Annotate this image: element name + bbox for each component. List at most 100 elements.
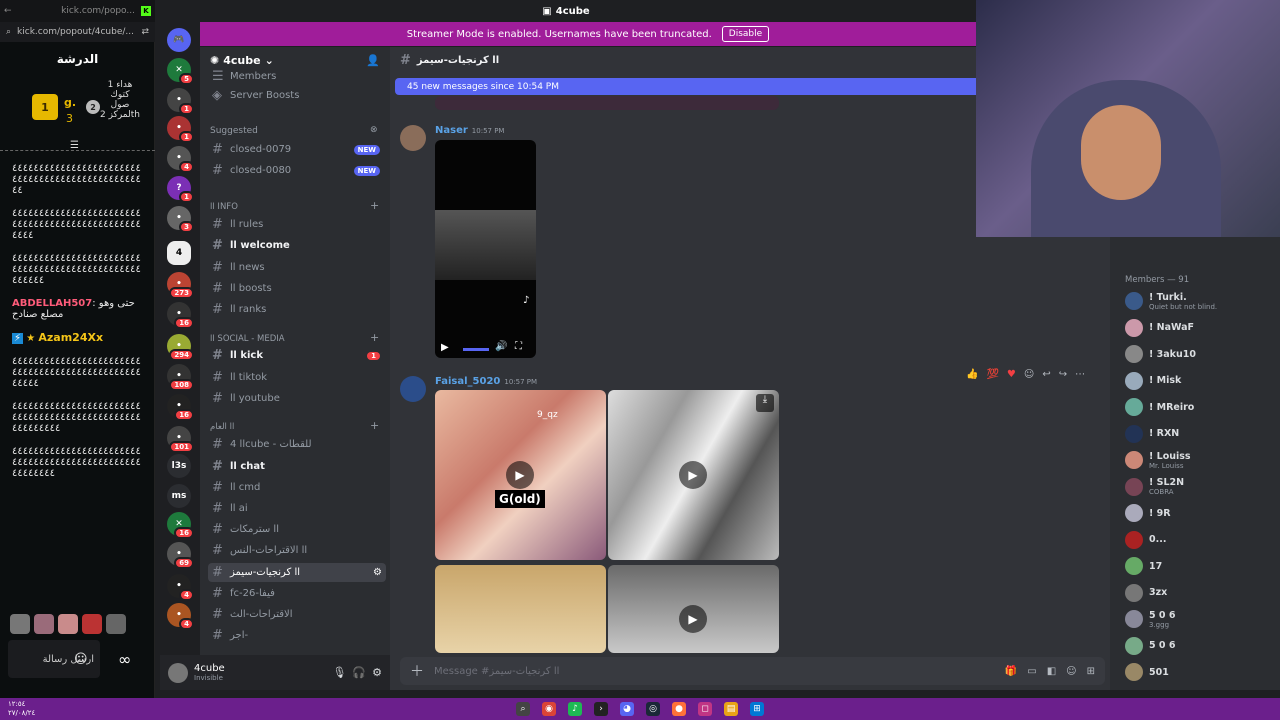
add-channel-icon[interactable]: + [370,419,379,432]
message-composer[interactable]: ＋ Message #اا كرنجيات-سيمز 🎁 ▭ ◧ ☺ ⊞ [400,657,1105,685]
thumbs-up-icon[interactable]: 👍 [966,369,978,380]
channel-suggestions-2[interactable]: # الاقتراحات-الث [208,605,386,624]
server-icon[interactable]: ? 1 [167,176,194,203]
server-icon[interactable]: • 294 [167,334,194,361]
avatar[interactable] [1125,477,1143,496]
channel-rules[interactable]: # اا rules [208,215,386,234]
sticker-icon[interactable]: ◧ [1047,666,1056,677]
play-icon[interactable]: ▶ [441,342,449,353]
avatar[interactable] [82,614,102,634]
add-member-icon[interactable]: 👤 [366,54,380,67]
terminal-icon[interactable]: › [594,702,608,716]
channel-server-boosts[interactable]: ◈ Server Boosts [208,86,386,105]
avatar[interactable] [1125,292,1143,310]
search-icon[interactable]: ⌕ [516,702,530,716]
channel-suggestions[interactable]: # اا الاقتراحات-النس [208,541,386,560]
member-item[interactable]: ! RXN [1125,423,1280,445]
avatar[interactable] [1125,371,1143,390]
chat-username[interactable]: ABDELLAH507 [12,298,92,309]
server-icon[interactable]: • 69 [167,542,194,569]
fullscreen-icon[interactable]: ⛶ [515,341,522,352]
channel-members[interactable]: ☰ Members [208,70,386,82]
emoji-icon[interactable]: ☺ [1066,666,1076,677]
server-icon[interactable]: • 4 [167,603,194,630]
avatar[interactable] [1125,583,1143,602]
server-icon[interactable]: • 108 [167,364,194,391]
headphones-icon[interactable]: 🎧 [352,666,366,679]
avatar[interactable] [400,376,426,402]
server-icon[interactable]: • 16 [167,302,194,329]
message-author[interactable]: Faisal_5020 10:57 PM [435,376,537,387]
forward-icon[interactable]: ↪ [1059,369,1067,380]
firefox-icon[interactable]: ● [672,702,686,716]
avatar[interactable] [1125,610,1143,628]
server-icon[interactable]: • 3 [167,206,194,233]
member-item[interactable]: 5 0 6 [1125,635,1280,657]
member-item[interactable]: 501 [1125,661,1280,683]
download-icon[interactable]: ⤓ [756,394,774,412]
volume-icon[interactable]: 🔊 [495,341,507,352]
kick-url-bar[interactable]: ⌕ kick.com/popout/4cube/... ⇄ [0,22,155,42]
avatar[interactable] [106,614,126,634]
close-icon[interactable]: ⊗ [370,125,378,135]
browser-icon[interactable]: ◉ [542,702,556,716]
server-icon[interactable]: ✕ 16 [167,512,194,539]
channel-ai[interactable]: # اا ai [208,499,386,518]
channel-closed-0079[interactable]: # closed-0079 NEW [208,140,386,159]
channel-tiktok[interactable]: # اا tiktok [208,368,386,387]
member-item[interactable]: ! NaWaF [1125,317,1280,339]
play-icon[interactable]: ▶ [506,461,534,489]
microphone-icon[interactable]: 🎙 [332,666,346,679]
member-item[interactable]: ! SL2N COBRA [1125,476,1280,498]
avatar[interactable] [10,614,30,634]
instagram-icon[interactable]: ◻ [698,702,712,716]
play-icon[interactable]: ▶ [679,605,707,633]
channel-youtube[interactable]: # اا youtube [208,389,386,408]
emoji-icon[interactable]: ☺ [74,652,88,667]
avatar[interactable] [1125,345,1143,363]
channel-4cube[interactable]: # اا 4cube - للقطات [208,435,386,454]
reply-icon[interactable]: ↩ [1042,369,1050,380]
category-general[interactable]: اا العام [210,422,234,432]
gift-icon[interactable]: 🎁 [1005,666,1017,677]
member-item[interactable]: ! Louiss Mr. Louiss [1125,449,1280,471]
add-channel-icon[interactable]: + [370,331,379,344]
video-attachment[interactable] [435,565,606,653]
folder-icon[interactable]: ▤ [724,702,738,716]
server-icon[interactable]: • 273 [167,272,194,299]
settings-gear-icon[interactable]: ⚙ [373,567,382,578]
channel-welcome[interactable]: # اا welcome [208,236,386,255]
settings-icon[interactable]: ⚙ [372,666,382,679]
member-item[interactable]: 0... [1125,529,1280,551]
more-icon[interactable]: ⋯ [1075,369,1085,380]
channel-closed-0080[interactable]: # closed-0080 NEW [208,161,386,180]
member-item[interactable]: ! Misk [1125,370,1280,392]
channel-streams[interactable]: # اا سترمكات [208,520,386,539]
disable-button[interactable]: Disable [721,26,770,42]
channel-kick[interactable]: # اا kick 1 [208,346,386,365]
member-item[interactable]: ! MReiro [1125,396,1280,418]
infinity-icon[interactable]: ∞ [118,650,131,669]
apps-icon[interactable]: ⊞ [1087,666,1095,677]
server-icon[interactable]: • 101 [167,426,194,453]
channel-boosts[interactable]: # اا boosts [208,279,386,298]
media-preview[interactable] [435,96,779,110]
avatar[interactable] [168,662,188,683]
member-item[interactable]: ! Turki. Quiet but not blind. [1125,290,1280,312]
message-author[interactable]: Naser 10:57 PM [435,125,504,136]
server-icon[interactable]: ms [167,484,191,508]
play-icon[interactable]: ▶ [679,461,707,489]
avatar[interactable] [1125,318,1143,337]
avatar[interactable] [1125,663,1143,681]
server-icon[interactable]: l3s [167,454,191,478]
server-icon[interactable]: • 1 [167,116,194,143]
chat-username[interactable]: Azam24Xx [38,331,103,344]
channel-other[interactable]: # اجر- [208,626,386,645]
progress-bar[interactable] [463,348,489,351]
server-icon[interactable]: • 4 [167,574,194,601]
avatar[interactable] [1125,557,1143,575]
video-attachment[interactable]: 9_qz ▶ G(old) [435,390,606,560]
avatar[interactable] [1125,504,1143,522]
video-attachment[interactable]: ⤓ ▶ [608,390,779,560]
channel-cmd[interactable]: # اا cmd [208,478,386,497]
